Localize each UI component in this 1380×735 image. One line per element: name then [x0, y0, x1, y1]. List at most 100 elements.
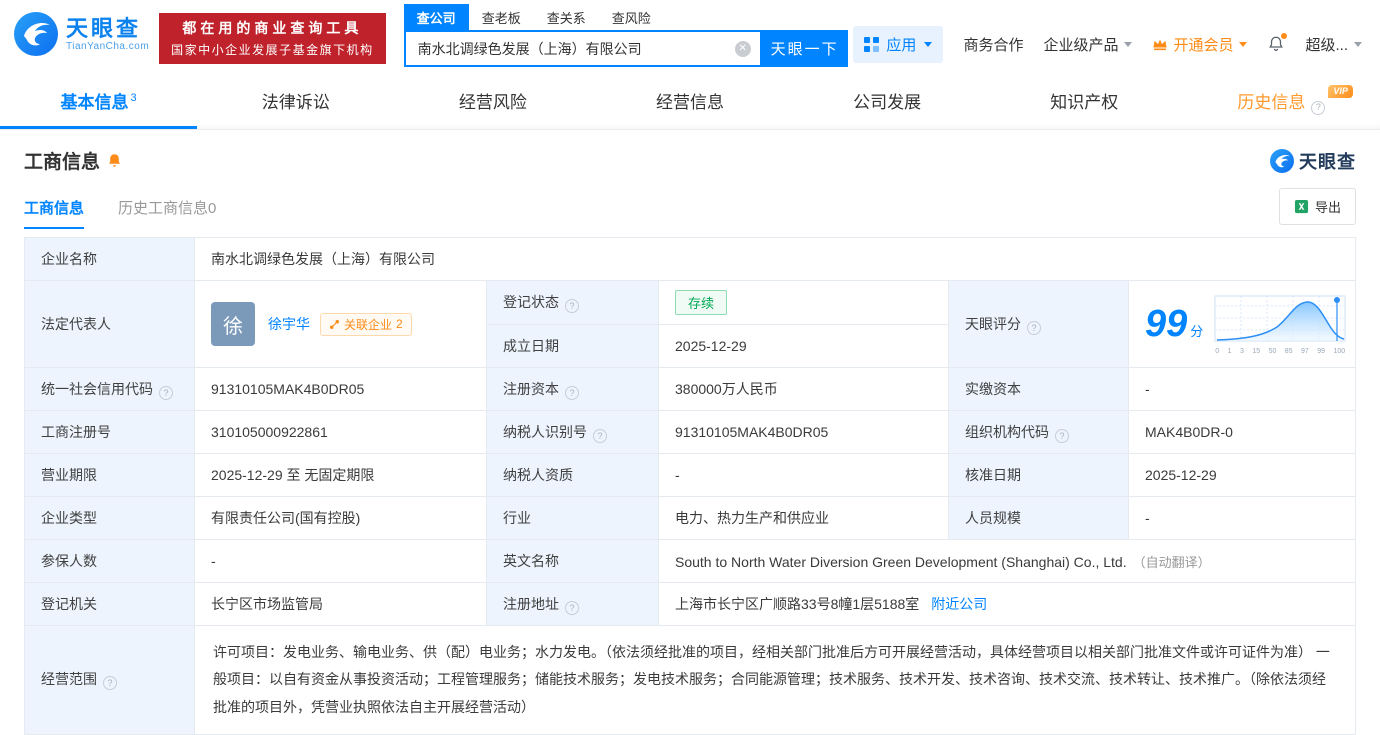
nearby-companies-link[interactable]: 附近公司	[931, 596, 987, 612]
tab-history-info[interactable]: 历史信息? VIP	[1183, 78, 1380, 129]
business-scope-value: 许可项目：发电业务、输电业务、供（配）电业务；水力发电。（依法须经批准的项目，经…	[194, 625, 1356, 735]
section-title: 工商信息	[24, 152, 101, 173]
score-value: 99 分	[1145, 303, 1204, 345]
table-row: 企业类型 有限责任公司(国有控股) 行业 电力、热力生产和供应业 人员规模 -	[24, 496, 1356, 540]
field-label: 统一社会信用代码?	[24, 367, 195, 411]
search-tab-relation[interactable]: 查关系	[534, 4, 599, 31]
field-label: 实缴资本	[948, 367, 1129, 411]
field-label: 参保人数	[24, 539, 195, 583]
company-name-value: 南水北调绿色发展（上海）有限公司	[194, 237, 1356, 281]
promo-line1: 都在用的商业查询工具	[182, 20, 363, 36]
business-term-value: 2025-12-29 至 无固定期限	[194, 453, 487, 497]
section-header: 工商信息 天眼查	[24, 147, 1356, 174]
network-icon	[330, 319, 339, 329]
field-label: 工商注册号	[24, 410, 195, 454]
tab-company-development[interactable]: 公司发展	[789, 78, 986, 129]
help-icon[interactable]: ?	[565, 385, 579, 400]
establish-date-value: 2025-12-29	[658, 324, 949, 368]
help-icon[interactable]: ?	[1027, 320, 1041, 335]
field-label: 注册资本?	[486, 367, 659, 411]
field-label: 行业	[486, 496, 659, 540]
org-code-value: MAK4B0DR-0	[1128, 410, 1356, 454]
tianyancha-logo-icon	[14, 12, 58, 56]
top-header: 天眼查 TianYanCha.com 都在用的商业查询工具 国家中小企业发展子基…	[0, 0, 1380, 70]
nav-enterprise-products[interactable]: 企业级产品	[1043, 34, 1133, 55]
vip-badge: VIP	[1328, 85, 1353, 98]
chevron-down-icon	[924, 41, 933, 47]
help-icon[interactable]: ?	[103, 676, 117, 691]
table-row: 法定代表人 徐 徐宇华 关联企业 2 登记状态 ? 存续 天眼评分 ? 99 分…	[24, 280, 1356, 368]
score-distribution-chart: 01 3 15 50 85 97 99 100	[1213, 294, 1347, 355]
field-label: 组织机构代码?	[948, 410, 1129, 454]
chevron-down-icon	[1124, 41, 1133, 47]
table-row: 经营范围? 许可项目：发电业务、输电业务、供（配）电业务；水力发电。（依法须经批…	[24, 625, 1356, 735]
help-icon[interactable]: ?	[593, 428, 607, 443]
promo-banner: 都在用的商业查询工具 国家中小企业发展子基金旗下机构	[159, 13, 386, 64]
help-icon[interactable]: ?	[159, 385, 173, 400]
search-tab-risk[interactable]: 查风险	[599, 4, 664, 31]
field-label: 注册地址?	[486, 582, 659, 626]
nav-open-membership[interactable]: 开通会员	[1152, 34, 1248, 55]
legal-rep-cell: 徐 徐宇华 关联企业 2	[194, 280, 487, 368]
brand-logo[interactable]: 天眼查 TianYanCha.com	[14, 12, 149, 56]
tab-operation-risk[interactable]: 经营风险	[394, 78, 591, 129]
tab-legal-litigation[interactable]: 法律诉讼	[197, 78, 394, 129]
tab-operation-info[interactable]: 经营信息	[591, 78, 788, 129]
table-row: 营业期限 2025-12-29 至 无固定期限 纳税人资质 - 核准日期 202…	[24, 453, 1356, 497]
search-tabs: 查公司 查老板 查关系 查风险	[403, 4, 848, 31]
field-label: 经营范围?	[24, 625, 195, 735]
excel-icon	[1294, 199, 1309, 214]
paid-capital-value: -	[1128, 367, 1356, 411]
approve-date-value: 2025-12-29	[1128, 453, 1356, 497]
field-label: 登记机关	[24, 582, 195, 626]
score-chart-ticks: 01 3 15 50 85 97 99 100	[1215, 347, 1346, 355]
industry-value: 电力、热力生产和供应业	[658, 496, 949, 540]
table-row: 统一社会信用代码? 91310105MAK4B0DR05 注册资本? 38000…	[24, 367, 1356, 411]
legal-rep-link[interactable]: 徐宇华	[268, 314, 310, 334]
search-button[interactable]: 天眼一下	[761, 30, 848, 67]
field-label: 英文名称	[486, 539, 659, 583]
apps-button[interactable]: 应用	[853, 25, 944, 63]
related-companies-badge[interactable]: 关联企业 2	[320, 312, 412, 336]
legal-rep-avatar[interactable]: 徐	[211, 302, 255, 346]
promo-line2: 国家中小企业发展子基金旗下机构	[171, 43, 374, 57]
table-row: 企业名称 南水北调绿色发展（上海）有限公司	[24, 237, 1356, 281]
section-title-wrap: 工商信息	[24, 147, 122, 174]
crown-icon	[1153, 39, 1168, 50]
field-label: 人员规模	[948, 496, 1129, 540]
english-name-value: South to North Water Diversion Green Dev…	[658, 539, 1356, 583]
help-icon[interactable]: ?	[565, 299, 579, 313]
search-input[interactable]	[417, 40, 735, 57]
watermark-brand: 天眼查	[1270, 148, 1356, 174]
subtab-history-business-info[interactable]: 历史工商信息0	[118, 197, 216, 229]
table-row: 登记机关 长宁区市场监管局 注册地址? 上海市长宁区广顺路33号8幢1层5188…	[24, 582, 1356, 626]
brand-name: 天眼查	[66, 15, 142, 41]
help-icon[interactable]: ?	[1055, 428, 1069, 443]
field-label: 营业期限	[24, 453, 195, 497]
tab-intellectual-property[interactable]: 知识产权	[986, 78, 1183, 129]
brand-domain: TianYanCha.com	[66, 41, 150, 53]
field-label: 法定代表人	[24, 280, 195, 368]
field-label: 天眼评分?	[948, 280, 1129, 368]
notification-bell-icon[interactable]	[1267, 33, 1288, 53]
announce-bell-icon[interactable]	[107, 153, 122, 169]
search-box: ✕	[403, 30, 762, 67]
table-row: 工商注册号 310105000922861 纳税人识别号? 91310105MA…	[24, 410, 1356, 454]
nav-super-vip[interactable]: 超级...	[1305, 34, 1362, 55]
clear-icon[interactable]: ✕	[734, 40, 751, 57]
subtab-business-info[interactable]: 工商信息	[24, 197, 85, 229]
nav-business-cooperation[interactable]: 商务合作	[963, 34, 1023, 55]
help-icon[interactable]: ?	[1311, 100, 1326, 115]
search-area: 查公司 查老板 查关系 查风险 ✕ 天眼一下	[403, 4, 848, 67]
tab-count-badge: 3	[130, 92, 137, 104]
insured-count-value: -	[194, 539, 487, 583]
help-icon[interactable]: ?	[565, 600, 579, 615]
status-badge: 存续	[675, 290, 728, 315]
tianyancha-logo-icon	[1270, 148, 1294, 173]
field-label: 企业类型	[24, 496, 195, 540]
company-detail-tabs: 基本信息 3 法律诉讼 经营风险 经营信息 公司发展 知识产权 历史信息? VIP	[0, 78, 1380, 130]
tab-basic-info[interactable]: 基本信息 3	[0, 78, 198, 129]
export-button[interactable]: 导出	[1278, 188, 1356, 225]
search-tab-company[interactable]: 查公司	[403, 4, 469, 31]
search-tab-boss[interactable]: 查老板	[469, 4, 534, 31]
